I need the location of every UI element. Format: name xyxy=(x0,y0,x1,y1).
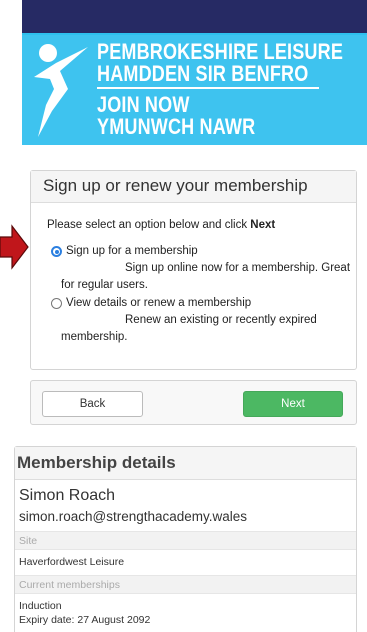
running-figure-logo-icon xyxy=(34,44,88,137)
signup-panel-header: Sign up or renew your membership xyxy=(31,171,356,203)
navigation-bar: Back Next xyxy=(30,380,357,425)
radio-renew[interactable] xyxy=(51,298,62,309)
pointer-arrow-icon xyxy=(0,224,29,270)
site-value: Haverfordwest Leisure xyxy=(19,556,125,568)
membership-expiry: Expiry date: 27 August 2092 xyxy=(19,614,151,626)
next-button[interactable]: Next xyxy=(243,391,343,417)
instructions-text: Please select an option below and click xyxy=(47,219,251,231)
option-renew-label[interactable]: View details or renew a membership xyxy=(51,295,351,312)
membership-details-title: Membership details xyxy=(17,453,176,472)
banner-line-2: HAMDDEN SIR BENFRO xyxy=(97,61,309,86)
option-renew[interactable]: View details or renew a membership Renew… xyxy=(51,295,351,346)
signup-panel: Sign up or renew your membership Please … xyxy=(30,170,357,370)
banner-divider xyxy=(97,87,319,89)
member-email: simon.roach@strengthacademy.wales xyxy=(19,509,248,524)
option-sign-up[interactable]: Sign up for a membership Sign up online … xyxy=(51,243,351,294)
site-label: Site xyxy=(15,531,356,550)
member-name: Simon Roach xyxy=(19,487,116,504)
option-renew-description: Renew an existing or recently expired me… xyxy=(61,314,317,343)
membership-details-panel: Membership details Simon Roach simon.roa… xyxy=(14,446,357,632)
site-header-bar xyxy=(22,0,367,34)
membership-details-header: Membership details xyxy=(15,447,356,480)
back-button[interactable]: Back xyxy=(42,391,143,417)
banner-line-4: YMUNWCH NAWR xyxy=(97,114,256,139)
option-sign-up-label[interactable]: Sign up for a membership xyxy=(51,243,351,260)
membership-name: Induction xyxy=(19,600,62,612)
signup-instructions: Please select an option below and click … xyxy=(47,219,275,231)
join-now-banner[interactable]: PEMBROKESHIRE LEISURE HAMDDEN SIR BENFRO… xyxy=(22,35,367,145)
option-sign-up-description: Sign up online now for a membership. Gre… xyxy=(61,262,351,291)
radio-sign-up[interactable] xyxy=(51,246,62,257)
instructions-next-emphasis: Next xyxy=(250,219,276,231)
signup-panel-title: Sign up or renew your membership xyxy=(43,176,308,195)
current-memberships-label: Current memberships xyxy=(15,575,356,594)
